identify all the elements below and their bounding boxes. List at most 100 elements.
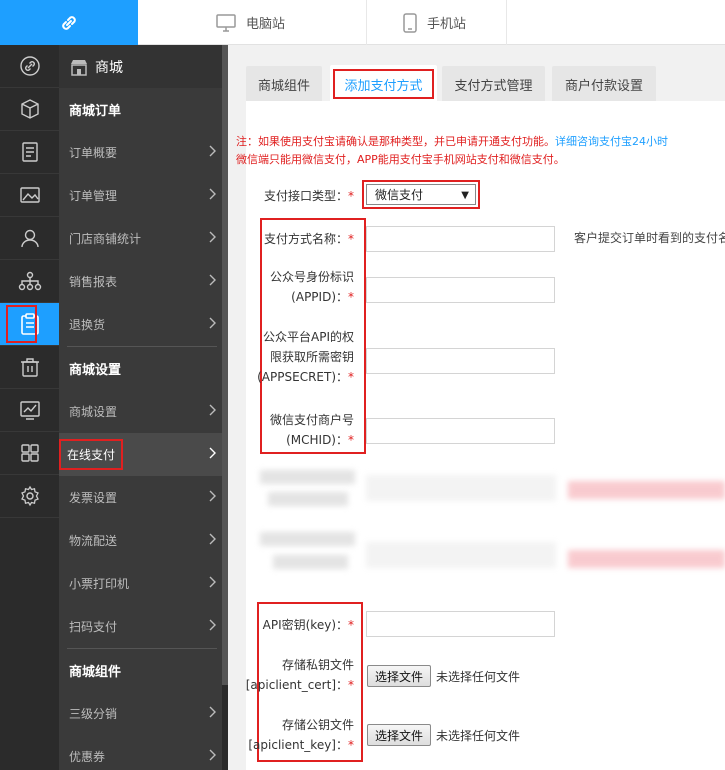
appsecret-label-line3: (APPSECRET)：: [257, 370, 348, 384]
monitor-icon: [216, 13, 236, 32]
tab-add-payment-method[interactable]: 添加支付方式: [330, 65, 437, 103]
rail-recycle[interactable]: [0, 346, 59, 389]
chevron-right-icon: [209, 188, 216, 200]
submenu-item-label: 在线支付: [59, 439, 124, 470]
tab-mobile-site-label: 手机站: [427, 17, 467, 32]
mchid-label-line1: 微信支付商户号: [269, 413, 354, 427]
document-icon: [21, 142, 38, 162]
submenu-item-label: 订单概要: [69, 146, 118, 160]
rail-apps[interactable]: [0, 432, 59, 475]
api-key-label: API密钥(key)：*: [228, 615, 354, 635]
cert-file-button[interactable]: 选择文件: [367, 665, 431, 687]
chevron-right-icon: [209, 576, 216, 588]
submenu-item-order-overview[interactable]: 订单概要: [59, 131, 222, 174]
tab-desktop-site[interactable]: 电脑站: [138, 0, 367, 45]
rail-products[interactable]: [0, 88, 59, 131]
submenu-item-invoice-settings[interactable]: 发票设置: [59, 476, 222, 519]
payment-type-value: 微信支付: [375, 188, 424, 202]
tab-mobile-site[interactable]: 手机站: [367, 0, 507, 45]
mchid-input[interactable]: [366, 418, 555, 444]
submenu-item-label: 优惠券: [69, 750, 106, 764]
redacted-input: [366, 542, 556, 568]
submenu-item-scan-payment[interactable]: 扫码支付: [59, 605, 222, 648]
mchid-label: 微信支付商户号 (MCHID)：*: [228, 410, 354, 450]
chevron-right-icon: [209, 749, 216, 761]
appsecret-input[interactable]: [366, 348, 555, 374]
payment-name-hint: 客户提交订单时看到的支付名: [574, 231, 725, 245]
submenu-title: 商城: [59, 45, 222, 88]
rail-link[interactable]: [0, 45, 59, 88]
rail-members[interactable]: [0, 217, 59, 260]
required-mark: *: [348, 738, 354, 752]
tab-payment-management[interactable]: 支付方式管理: [442, 66, 545, 103]
tab-desktop-site-label: 电脑站: [246, 17, 286, 32]
rail-media[interactable]: [0, 174, 59, 217]
dropdown-arrow-icon: ▼: [461, 190, 469, 201]
top-bar: 电脑站 手机站: [0, 0, 725, 45]
notice-line-2: 微信端只能用微信支付，APP能用支付宝手机网站支付和微信支付。: [236, 153, 565, 166]
image-icon: [19, 187, 40, 203]
chevron-right-icon: [209, 706, 216, 718]
submenu-item-mall-settings[interactable]: 商城设置: [59, 390, 222, 433]
payment-name-input[interactable]: [366, 226, 555, 252]
appid-label-line2: (APPID)：: [291, 290, 348, 304]
rail-distribution[interactable]: [0, 260, 59, 303]
submenu-item-label: 三级分销: [69, 707, 118, 721]
api-key-input[interactable]: [366, 611, 555, 637]
submenu-item-store-stats[interactable]: 门店商铺统计: [59, 217, 222, 260]
cert-file-label-line1: 存储私钥文件: [281, 658, 354, 672]
tab-merchant-payment-settings[interactable]: 商户付款设置: [552, 66, 656, 103]
chevron-right-icon: [209, 619, 216, 631]
api-key-label-text: API密钥(key)：: [262, 618, 348, 632]
chevron-right-icon: [209, 231, 216, 243]
cert-file-label-line2: [apiclient_cert]：: [245, 678, 348, 692]
logo[interactable]: [0, 0, 138, 45]
tab-mall-components[interactable]: 商城组件: [246, 66, 322, 103]
cert-file-status: 未选择任何文件: [436, 670, 521, 684]
notice-link[interactable]: 详细咨询支付宝24小时: [555, 135, 668, 148]
payment-type-select[interactable]: 微信支付 ▼: [366, 184, 476, 205]
payment-type-select-highlight: 微信支付 ▼: [362, 180, 480, 209]
submenu-item-returns[interactable]: 退换货: [59, 303, 222, 346]
key-file-button[interactable]: 选择文件: [367, 724, 431, 746]
appid-input[interactable]: [366, 277, 555, 303]
redacted-label: [260, 532, 355, 546]
submenu-item-order-management[interactable]: 订单管理: [59, 174, 222, 217]
submenu-item-online-payment[interactable]: 在线支付: [59, 433, 222, 476]
chevron-right-icon: [209, 145, 216, 157]
submenu-item-logistics[interactable]: 物流配送: [59, 519, 222, 562]
submenu-item-sales-report[interactable]: 销售报表: [59, 260, 222, 303]
appsecret-label: 公众平台API的权 限获取所需密钥 (APPSECRET)：*: [228, 327, 354, 387]
app-root: 电脑站 手机站 商城 商城订单 订单概要 订单管理 门店商铺统计 销售报表 退换…: [0, 0, 725, 770]
grid-icon: [20, 444, 39, 462]
rail-stats[interactable]: [0, 389, 59, 432]
submenu-item-label: 小票打印机: [69, 577, 130, 591]
appsecret-label-line2: 限获取所需密钥: [269, 350, 354, 364]
redacted-hint: [568, 481, 725, 499]
submenu-item-label: 商城设置: [69, 405, 118, 419]
rail-settings[interactable]: [0, 475, 59, 518]
submenu-item-coupons[interactable]: 优惠券: [59, 735, 222, 770]
submenu-item-distribution[interactable]: 三级分销: [59, 692, 222, 735]
rail-articles[interactable]: [0, 131, 59, 174]
payment-name-label-text: 支付方式名称：: [263, 232, 348, 246]
submenu-item-receipt-printer[interactable]: 小票打印机: [59, 562, 222, 605]
appsecret-label-line1: 公众平台API的权: [263, 330, 354, 344]
notice-line-1: 注：如果使用支付宝请确认是那种类型，并已申请开通支付功能。详细咨询支付宝24小时: [236, 133, 716, 149]
submenu-item-label: 退换货: [69, 318, 106, 332]
gear-icon: [20, 485, 39, 507]
payment-name-label: 支付方式名称：*: [228, 229, 354, 249]
submenu-item-label: 物流配送: [69, 534, 118, 548]
org-chart-icon: [18, 271, 41, 291]
phone-icon: [403, 12, 417, 33]
section-heading-settings: 商城设置: [69, 363, 122, 378]
chart-icon: [19, 401, 40, 420]
key-file-status: 未选择任何文件: [436, 729, 521, 743]
rail-mall[interactable]: [0, 303, 59, 346]
rail-mall-highlight: [6, 305, 37, 343]
submenu-item-label: 扫码支付: [69, 620, 118, 634]
main-content: 商城组件 添加支付方式 支付方式管理 商户付款设置 注：如果使用支付宝请确认是那…: [228, 45, 725, 770]
key-file-label-line1: 存储公钥文件: [281, 718, 354, 732]
required-mark: *: [348, 618, 354, 632]
submenu-item-label: 订单管理: [69, 189, 118, 203]
